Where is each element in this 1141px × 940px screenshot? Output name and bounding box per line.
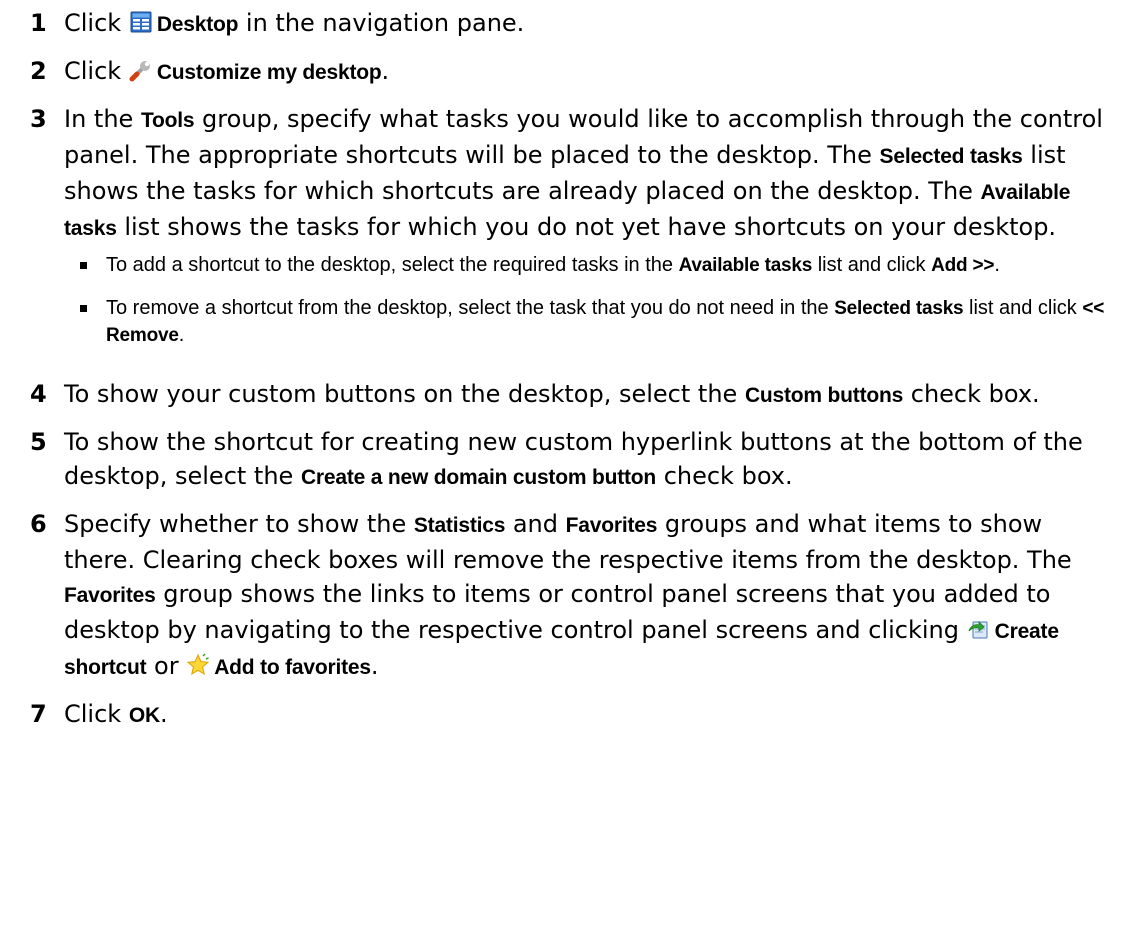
step-text: Click [64,700,129,728]
step-number: 7 [30,700,47,728]
step-text: or [146,652,187,680]
star-icon [186,653,210,677]
step-6: 6 Specify whether to show the Statistics … [30,507,1110,685]
step-text: . [370,652,379,680]
ui-element-label: Favorites [565,514,658,537]
step-text: Click [64,9,129,37]
step-text: in the navigation pane. [238,9,525,37]
step-7: 7 Click OK. [30,697,1110,733]
step-2: 2 Click Customize my desktop. [30,54,1110,90]
ui-element-label: OK [128,704,160,727]
step-body: Specify whether to show the Statistics a… [58,507,1110,685]
ui-element-label: Customize my desktop [156,61,382,84]
sub-step-text: To remove a shortcut from the desktop, s… [106,295,1110,349]
step-text: group shows the links to items or contro… [64,580,1051,644]
sub-step-text: To add a shortcut to the desktop, select… [106,252,1000,279]
sub-step-list: To add a shortcut to the desktop, select… [70,252,1110,349]
ui-element-label: Selected tasks [879,145,1023,168]
ui-element-label: Favorites [64,584,156,607]
wrench-icon [129,58,153,82]
step-number: 6 [30,510,47,538]
ui-element-label: Add to favorites [214,656,371,679]
step-text: In the [64,105,141,133]
step-text: . [159,700,168,728]
step-text: check box. [656,462,793,490]
step-1: 1 Click Desktop in the navigation pane. [30,6,1110,42]
instruction-steps: 1 Click Desktop in the navigation pane. 2 C… [30,6,1110,745]
step-body: To show your custom buttons on the deskt… [58,377,1110,413]
step-3: 3 In the Tools group, specify what tasks … [30,102,1110,365]
ui-element-label: Available tasks [678,255,813,276]
sub-step-item: To add a shortcut to the desktop, select… [70,252,1110,279]
step-text: list shows the tasks for which you do no… [116,213,1057,241]
step-text: . [178,324,185,346]
step-text: list and click [963,297,1083,319]
step-text: list and click [812,254,932,276]
step-text: To show your custom buttons on the deskt… [64,380,745,408]
step-5: 5 To show the shortcut for creating new c… [30,425,1110,495]
bullet-marker [70,295,106,349]
step-number: 1 [30,9,47,37]
sub-step-item: To remove a shortcut from the desktop, s… [70,295,1110,349]
step-body: Click Customize my desktop. [58,54,1110,90]
ui-element-label: Custom buttons [744,384,904,407]
step-text: and [505,510,566,538]
ui-element-label: Desktop [156,13,239,36]
step-body: Click OK. [58,697,1110,733]
ui-element-label: Create a new domain custom button [300,466,657,489]
step-text: Click [64,57,129,85]
step-number: 5 [30,428,47,456]
ui-element-label: Tools [140,109,195,132]
ui-element-label: Selected tasks [834,298,964,319]
step-number: 3 [30,105,47,133]
ui-element-label: Statistics [413,514,506,537]
bullet-marker [70,252,106,279]
step-body: To show the shortcut for creating new cu… [58,425,1110,495]
step-4: 4 To show your custom buttons on the desk… [30,377,1110,413]
step-text: Specify whether to show the [64,510,414,538]
create-shortcut-icon [967,617,991,641]
step-text: . [994,254,1000,276]
step-body: Click Desktop in the navigation pane. [58,6,1110,42]
step-text: To remove a shortcut from the desktop, s… [106,297,835,319]
ui-element-label: Add >> [931,255,995,276]
step-number: 4 [30,380,47,408]
step-number: 2 [30,57,47,85]
step-text: check box. [903,380,1040,408]
step-body: In the Tools group, specify what tasks y… [58,102,1110,365]
step-text: . [381,57,390,85]
desktop-icon [129,10,153,34]
step-text: To add a shortcut to the desktop, select… [106,254,679,276]
